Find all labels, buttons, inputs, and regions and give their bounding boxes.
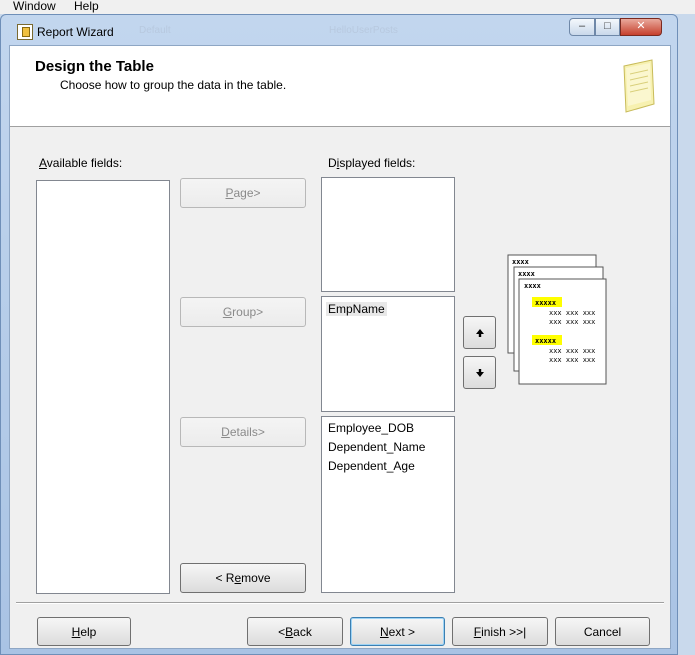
footer-divider — [16, 602, 664, 604]
page-title: Design the Table — [35, 58, 154, 75]
group-button[interactable]: Group> — [180, 297, 306, 327]
preview-detail-row: xxx xxx xxx — [549, 347, 595, 355]
page-fields-list[interactable] — [321, 177, 455, 292]
page-subtitle: Choose how to group the data in the tabl… — [60, 78, 287, 92]
page-button[interactable]: Page> — [180, 178, 306, 208]
list-item[interactable]: Dependent_Name — [328, 440, 425, 454]
next-button[interactable]: Next > — [350, 617, 445, 646]
wizard-header: Design the Table Choose how to group the… — [10, 46, 670, 127]
finish-button[interactable]: Finish >>| — [452, 617, 548, 646]
back-button[interactable]: < Back — [247, 617, 343, 646]
list-item[interactable]: Employee_DOB — [328, 421, 414, 435]
minimize-button[interactable]: – — [569, 18, 595, 36]
cancel-button[interactable]: Cancel — [555, 617, 650, 646]
preview-detail-row: xxx xxx xxx — [549, 309, 595, 317]
preview-page-label: xxxx — [512, 258, 530, 266]
details-fields-list[interactable]: Employee_DOB Dependent_Name Dependent_Ag… — [321, 416, 455, 593]
menu-window[interactable]: Window — [13, 0, 56, 13]
layout-preview-image: xxxx xxxx xxxx xxxxx xxx xxx xxx xxx xxx… — [507, 254, 607, 385]
displayed-fields-label: Displayed fields: — [328, 156, 416, 170]
arrow-down-icon — [475, 368, 484, 377]
window-title: Report Wizard — [37, 25, 114, 39]
app-menubar: Window Help — [0, 0, 695, 14]
details-button[interactable]: Details> — [180, 417, 306, 447]
close-button[interactable]: ✕ — [620, 18, 662, 36]
menu-help[interactable]: Help — [74, 0, 99, 13]
move-down-button[interactable] — [463, 356, 496, 389]
preview-detail-row: xxx xxx xxx — [549, 356, 595, 364]
preview-group-label: xxxxx — [535, 337, 557, 345]
preview-page-label: xxxx — [518, 270, 536, 278]
maximize-button[interactable]: □ — [595, 18, 620, 36]
available-fields-list[interactable] — [36, 180, 170, 594]
move-up-button[interactable] — [463, 316, 496, 349]
list-item[interactable]: Dependent_Age — [328, 459, 415, 473]
wizard-client-area: Design the Table Choose how to group the… — [9, 45, 671, 649]
arrow-up-icon — [475, 328, 484, 337]
preview-detail-row: xxx xxx xxx — [549, 318, 595, 326]
preview-page-label: xxxx — [524, 282, 542, 290]
background-tab-ghost: Default — [139, 25, 171, 36]
report-wizard-window: Report Wizard Default HelloUserPosts – □… — [0, 14, 678, 655]
available-fields-label: Available fields: — [39, 156, 123, 170]
notepad-icon — [623, 59, 655, 113]
preview-group-label: xxxxx — [535, 299, 557, 307]
help-button[interactable]: Help — [37, 617, 131, 646]
background-tab-ghost: HelloUserPosts — [329, 25, 398, 36]
report-wizard-icon — [17, 24, 33, 40]
remove-button[interactable]: < Re move — [180, 563, 306, 593]
list-item[interactable]: EmpName — [326, 302, 387, 316]
group-fields-list[interactable]: EmpName — [321, 296, 455, 412]
